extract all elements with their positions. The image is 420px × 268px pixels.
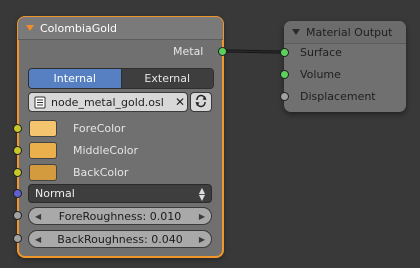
displacement-socket[interactable] — [280, 92, 289, 101]
node-header[interactable]: Material Output — [284, 21, 406, 44]
forecolor-socket[interactable] — [13, 124, 22, 133]
collapse-arrow-icon[interactable] — [292, 29, 300, 35]
backroughness-socket[interactable] — [13, 234, 22, 243]
distribution-dropdown[interactable]: Normal ▲ ▼ — [28, 184, 212, 203]
distribution-value: Normal — [35, 187, 75, 200]
node-editor-canvas[interactable]: ColombiaGold Metal Internal External nod… — [0, 0, 420, 268]
surface-label: Surface — [300, 46, 342, 59]
script-file-field[interactable]: node_metal_gold.osl ✕ — [28, 92, 188, 112]
volume-socket[interactable] — [280, 70, 289, 79]
backcolor-swatch[interactable] — [29, 164, 57, 181]
tab-internal[interactable]: Internal — [29, 69, 121, 88]
normal-vector-socket[interactable] — [13, 189, 22, 198]
output-metal-label: Metal — [173, 45, 204, 58]
surface-socket[interactable] — [280, 48, 289, 57]
node-header[interactable]: ColombiaGold — [18, 17, 223, 40]
output-metal-socket[interactable] — [218, 47, 227, 56]
forecolor-label: ForeColor — [73, 122, 126, 135]
foreroughness-slider[interactable]: ◀ ForeRoughness: 0.010 ▶ — [28, 207, 212, 225]
backroughness-value: BackRoughness: 0.040 — [57, 232, 183, 246]
tab-external[interactable]: External — [120, 69, 213, 88]
forecolor-swatch[interactable] — [29, 120, 57, 137]
middlecolor-label: MiddleColor — [73, 144, 139, 157]
foreroughness-value: ForeRoughness: 0.010 — [58, 209, 182, 223]
updown-arrows-icon: ▲ ▼ — [198, 185, 205, 202]
node-title: Material Output — [306, 25, 393, 39]
displacement-label: Displacement — [300, 90, 376, 103]
clear-icon[interactable]: ✕ — [173, 95, 187, 109]
script-file-name: node_metal_gold.osl — [51, 95, 164, 109]
middlecolor-swatch[interactable] — [29, 142, 57, 159]
foreroughness-socket[interactable] — [13, 211, 22, 220]
reload-script-button[interactable] — [190, 92, 212, 112]
increment-arrow-icon[interactable]: ▶ — [199, 212, 205, 221]
middlecolor-socket[interactable] — [13, 146, 22, 155]
volume-label: Volume — [300, 68, 341, 81]
backcolor-label: BackColor — [73, 166, 129, 179]
backcolor-socket[interactable] — [13, 168, 22, 177]
collapse-arrow-icon[interactable] — [26, 25, 34, 31]
increment-arrow-icon[interactable]: ▶ — [199, 235, 205, 244]
node-title: ColombiaGold — [40, 21, 117, 35]
script-mode-toggle: Internal External — [28, 68, 214, 89]
text-document-icon — [33, 95, 47, 109]
backroughness-slider[interactable]: ◀ BackRoughness: 0.040 ▶ — [28, 230, 212, 248]
reload-icon — [194, 93, 208, 112]
